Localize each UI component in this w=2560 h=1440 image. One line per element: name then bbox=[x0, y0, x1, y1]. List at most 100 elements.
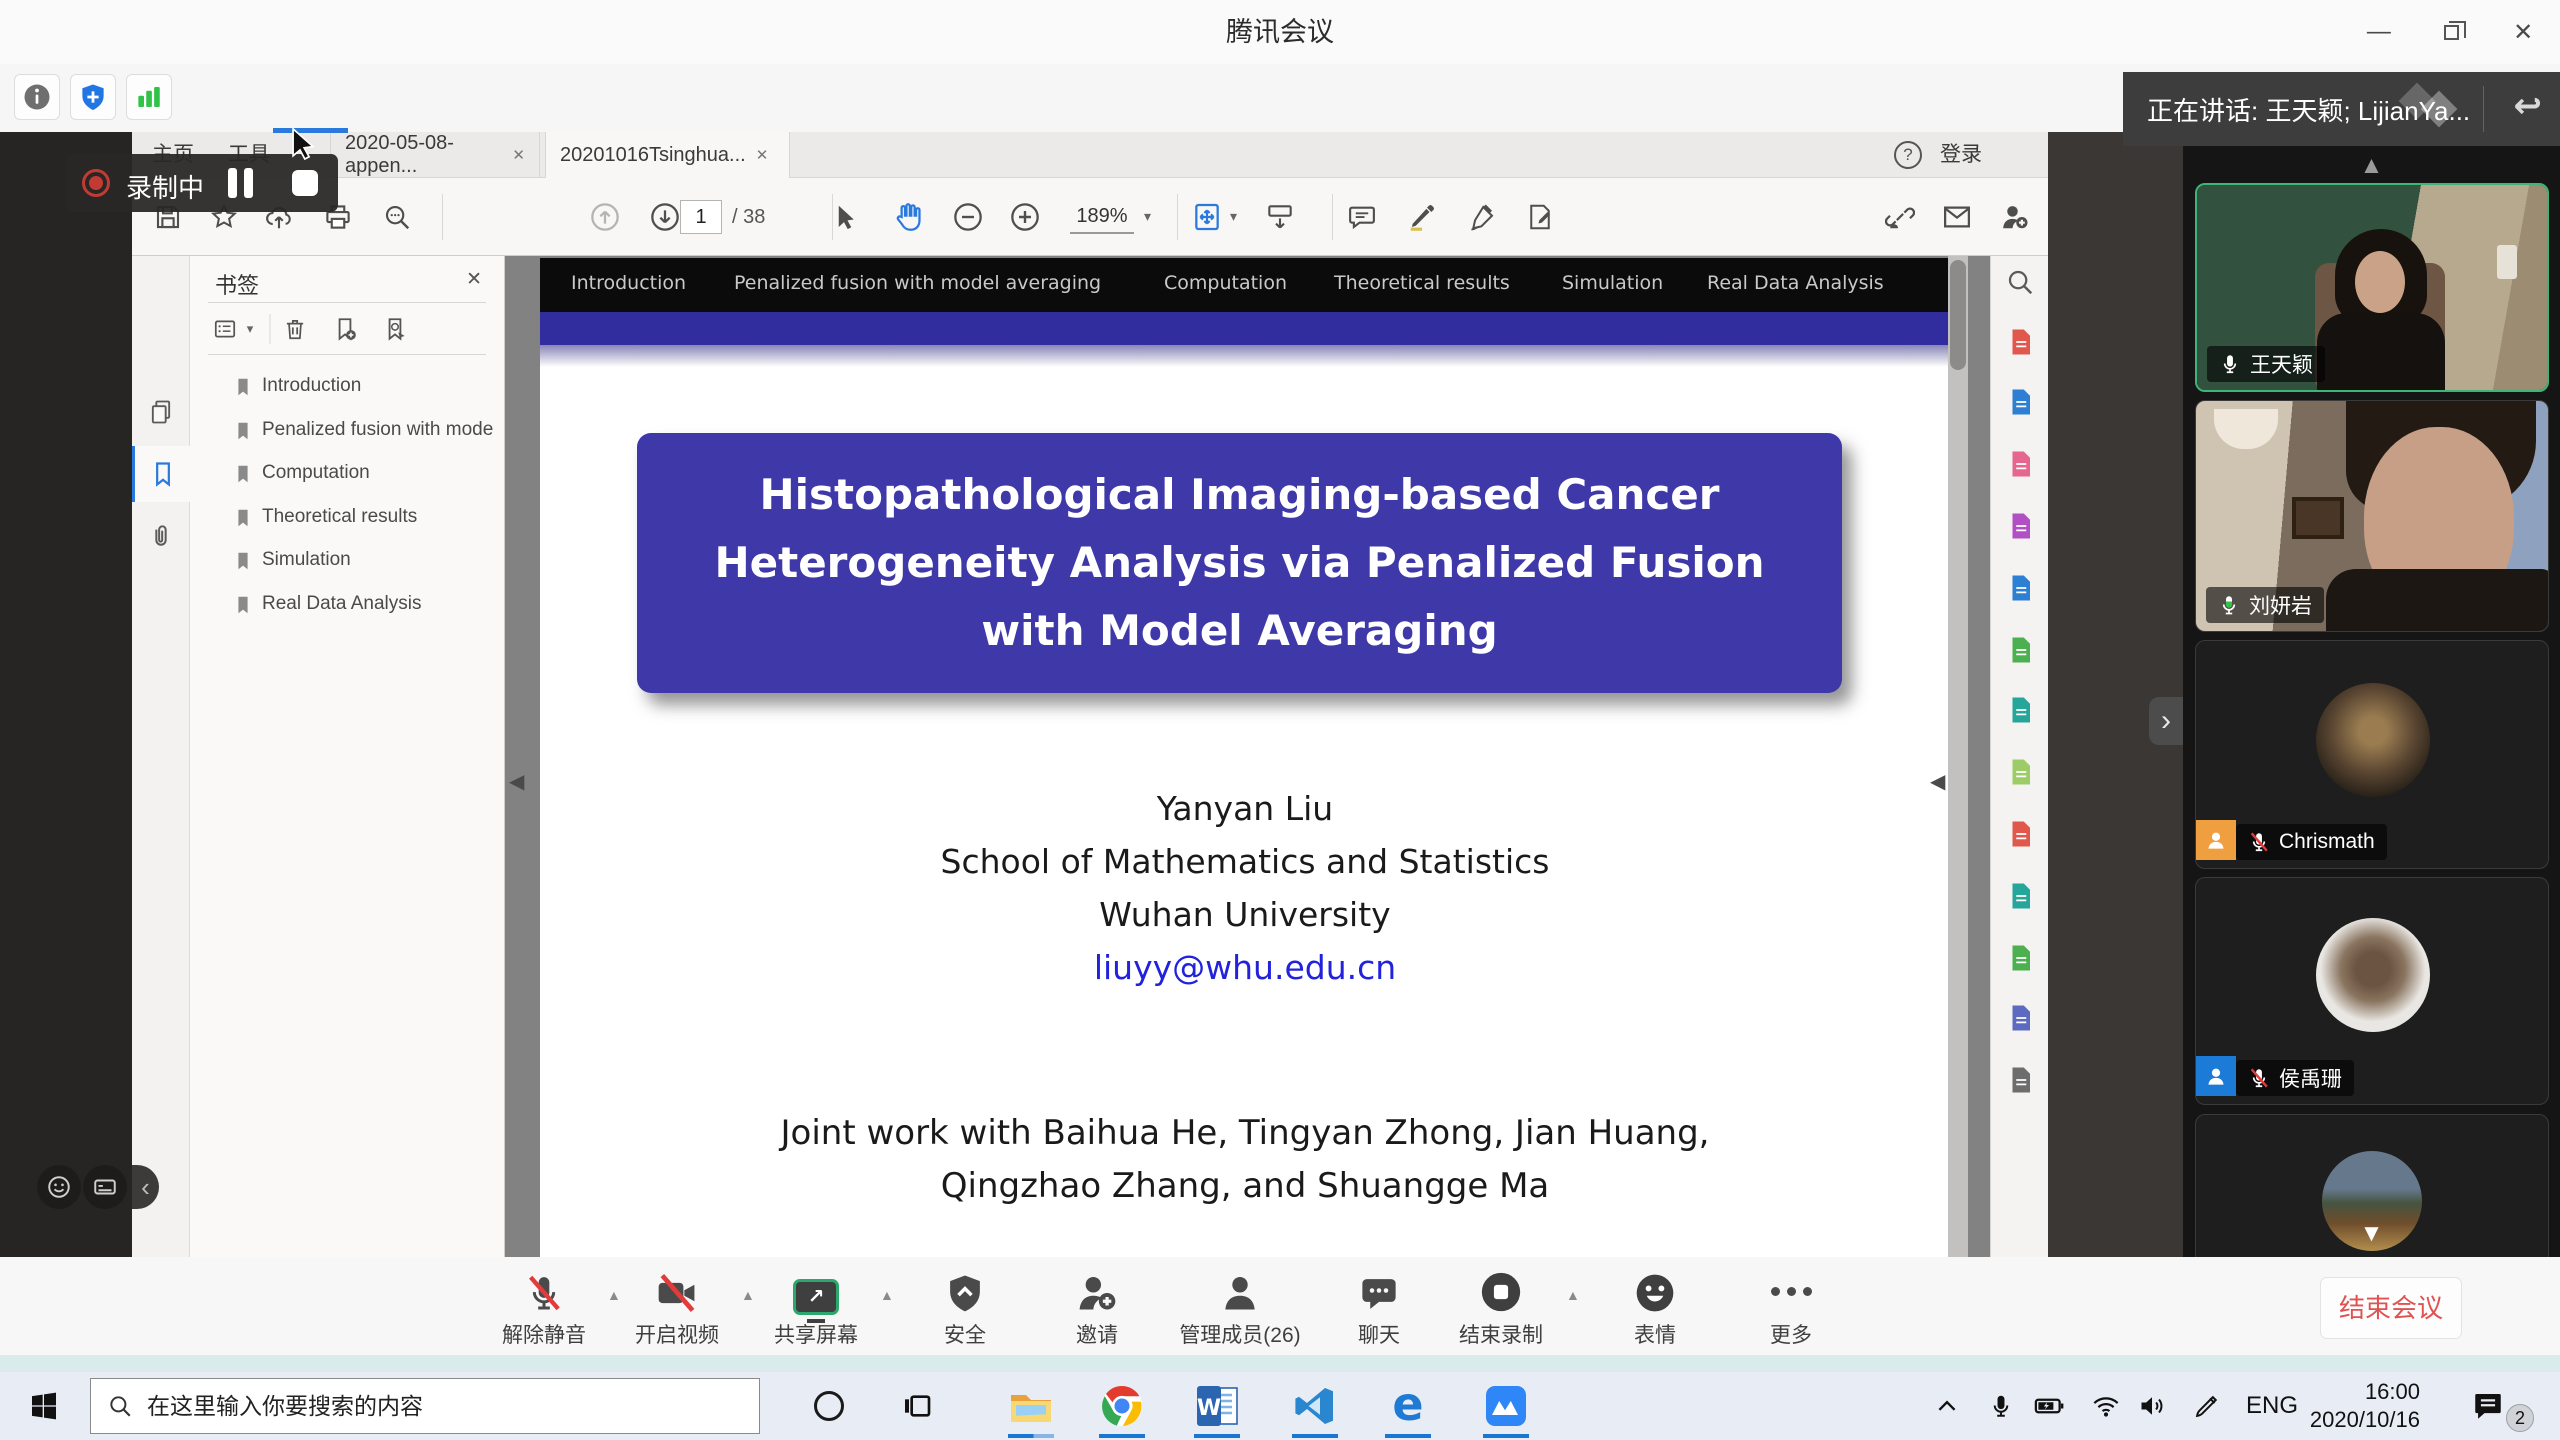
end-meeting-button[interactable]: 结束会议 bbox=[2320, 1277, 2462, 1339]
export-pdf-icon[interactable] bbox=[2005, 511, 2035, 541]
caption-button[interactable] bbox=[83, 1165, 127, 1209]
bookmark-item[interactable]: Theoretical results bbox=[190, 496, 505, 540]
scroll-up-icon[interactable]: ▲ bbox=[2183, 152, 2560, 180]
delete-bookmark-icon[interactable] bbox=[282, 316, 308, 342]
add-person-icon[interactable] bbox=[2000, 202, 2030, 232]
print-production-icon[interactable] bbox=[2005, 943, 2035, 973]
close-tab-icon[interactable]: ✕ bbox=[512, 146, 525, 164]
close-tab-icon[interactable]: ✕ bbox=[756, 146, 769, 164]
help-button[interactable]: ? bbox=[1894, 141, 1922, 169]
tencent-meeting-icon[interactable] bbox=[1482, 1382, 1530, 1430]
bookmark-item[interactable]: Real Data Analysis bbox=[190, 583, 505, 627]
minimize-button[interactable]: — bbox=[2367, 18, 2391, 46]
volume-icon[interactable] bbox=[2138, 1392, 2166, 1420]
zoom-out-icon[interactable] bbox=[952, 201, 984, 233]
sign-pen-icon[interactable] bbox=[1467, 202, 1497, 232]
restore-button[interactable] bbox=[2444, 25, 2459, 40]
options-dropdown-icon[interactable]: ▾ bbox=[247, 321, 254, 337]
action-center-icon[interactable] bbox=[2471, 1389, 2505, 1423]
zoom-dropdown-icon[interactable]: ▾ bbox=[1144, 208, 1151, 225]
pause-recording-button[interactable] bbox=[228, 168, 254, 198]
meeting-protect-button[interactable] bbox=[70, 74, 116, 120]
next-page-icon[interactable] bbox=[649, 201, 681, 233]
bookmark-item[interactable]: Introduction bbox=[190, 365, 505, 409]
record-options-arrow[interactable]: ▲ bbox=[1566, 1287, 1580, 1303]
file-explorer-icon[interactable] bbox=[1007, 1382, 1055, 1430]
cortana-button[interactable] bbox=[814, 1391, 844, 1421]
bookmarks-panel-button[interactable] bbox=[132, 446, 190, 502]
stop-recording-button[interactable]: 结束录制 bbox=[1426, 1267, 1576, 1349]
author-email[interactable]: liuyy@whu.edu.cn bbox=[540, 941, 1950, 994]
emoji-panel-button[interactable] bbox=[37, 1165, 81, 1209]
bookmarks-close-icon[interactable]: ✕ bbox=[466, 268, 482, 291]
edge-icon[interactable] bbox=[1384, 1382, 1432, 1430]
participant-tile[interactable]: 刘妍岩 bbox=[2195, 400, 2549, 632]
tray-expand-icon[interactable] bbox=[1934, 1393, 1960, 1419]
panel-collapse-icon[interactable]: ◀ bbox=[509, 769, 524, 794]
send-comments-icon[interactable] bbox=[2005, 881, 2035, 911]
fill-sign-icon[interactable] bbox=[1525, 202, 1555, 232]
pen-icon[interactable] bbox=[2193, 1392, 2221, 1420]
battery-icon[interactable] bbox=[2034, 1391, 2064, 1421]
hand-tool-icon[interactable] bbox=[891, 200, 925, 234]
page-number-input[interactable]: 1 bbox=[680, 200, 722, 234]
task-view-button[interactable] bbox=[901, 1390, 933, 1422]
sidebar-collapse-handle[interactable]: › bbox=[2149, 697, 2183, 745]
start-button[interactable] bbox=[28, 1390, 60, 1422]
expand-bookmark-icon[interactable] bbox=[382, 316, 408, 342]
pdf-scrollbar[interactable] bbox=[1948, 256, 1968, 1257]
login-button[interactable]: 登录 bbox=[1940, 132, 1982, 178]
emoji-button[interactable]: 表情 bbox=[1580, 1267, 1730, 1349]
meeting-info-button[interactable] bbox=[14, 74, 60, 120]
combine-files-icon[interactable] bbox=[2005, 387, 2035, 417]
organize-pages-icon[interactable] bbox=[2005, 449, 2035, 479]
zoom-in-icon[interactable] bbox=[1009, 201, 1041, 233]
wifi-icon[interactable] bbox=[2092, 1392, 2120, 1420]
zoom-level-select[interactable]: 189% bbox=[1070, 200, 1134, 234]
pages-panel-button[interactable] bbox=[132, 384, 190, 440]
create-pdf-icon[interactable] bbox=[2005, 327, 2035, 357]
more-button[interactable]: 更多 bbox=[1716, 1267, 1866, 1349]
close-button[interactable]: ✕ bbox=[2513, 18, 2533, 47]
chrome-icon[interactable] bbox=[1098, 1382, 1146, 1430]
participant-tile[interactable]: Chrismath bbox=[2195, 640, 2549, 869]
more-tools-icon[interactable] bbox=[2005, 1065, 2035, 1095]
scroll-down-icon[interactable]: ▼ bbox=[2183, 1220, 2560, 1248]
email-icon[interactable] bbox=[1942, 202, 1972, 232]
manage-members-button[interactable]: 管理成员(26) bbox=[1165, 1267, 1315, 1349]
bookmark-item[interactable]: Penalized fusion with mode bbox=[190, 409, 505, 453]
pdf-doc-tab-1[interactable]: 2020-05-08-appen... ✕ bbox=[330, 132, 540, 178]
network-quality-button[interactable] bbox=[126, 74, 172, 120]
share-link-icon[interactable] bbox=[1885, 202, 1915, 232]
compress-icon[interactable] bbox=[2005, 757, 2035, 787]
taskbar-clock[interactable]: 16:00 2020/10/16 bbox=[2300, 1378, 2420, 1434]
start-video-button[interactable]: 开启视频 bbox=[602, 1267, 752, 1349]
pdf-doc-tab-2[interactable]: 20201016Tsinghua... ✕ bbox=[545, 132, 790, 178]
protect-icon[interactable] bbox=[2005, 695, 2035, 725]
unmute-button[interactable]: 解除静音 bbox=[469, 1267, 619, 1349]
security-button[interactable]: 安全 bbox=[890, 1267, 1040, 1349]
tray-mic-icon[interactable] bbox=[1988, 1393, 2014, 1419]
bookmark-item[interactable]: Simulation bbox=[190, 539, 505, 583]
participant-tile[interactable]: 王天颖 bbox=[2195, 183, 2549, 392]
search-icon[interactable] bbox=[382, 202, 412, 232]
attachments-panel-button[interactable] bbox=[132, 508, 190, 564]
word-icon[interactable] bbox=[1193, 1382, 1241, 1430]
highlighter-icon[interactable] bbox=[1407, 202, 1437, 232]
search-input[interactable] bbox=[147, 1393, 707, 1420]
zoom-tool-icon[interactable] bbox=[2005, 267, 2035, 297]
tools-collapse-icon[interactable]: ◀ bbox=[1930, 769, 1945, 794]
redact-icon[interactable] bbox=[2005, 819, 2035, 849]
participant-tile[interactable]: 侯禹珊 bbox=[2195, 877, 2549, 1105]
bookmark-item[interactable]: Computation bbox=[190, 452, 505, 496]
share-screen-button[interactable]: ↗ 共享屏幕 bbox=[741, 1267, 891, 1349]
invite-button[interactable]: 邀请 bbox=[1022, 1267, 1172, 1349]
fit-dropdown-icon[interactable]: ▾ bbox=[1230, 208, 1237, 225]
accessibility-icon[interactable] bbox=[2005, 1003, 2035, 1033]
fit-page-icon[interactable] bbox=[1191, 201, 1223, 233]
edit-pdf-icon[interactable] bbox=[2005, 573, 2035, 603]
reply-arrow-icon[interactable]: ↩ bbox=[2514, 86, 2543, 126]
scrollbar-thumb[interactable] bbox=[1950, 260, 1966, 370]
language-indicator[interactable]: ENG bbox=[2246, 1392, 2298, 1420]
add-bookmark-icon[interactable] bbox=[332, 316, 358, 342]
